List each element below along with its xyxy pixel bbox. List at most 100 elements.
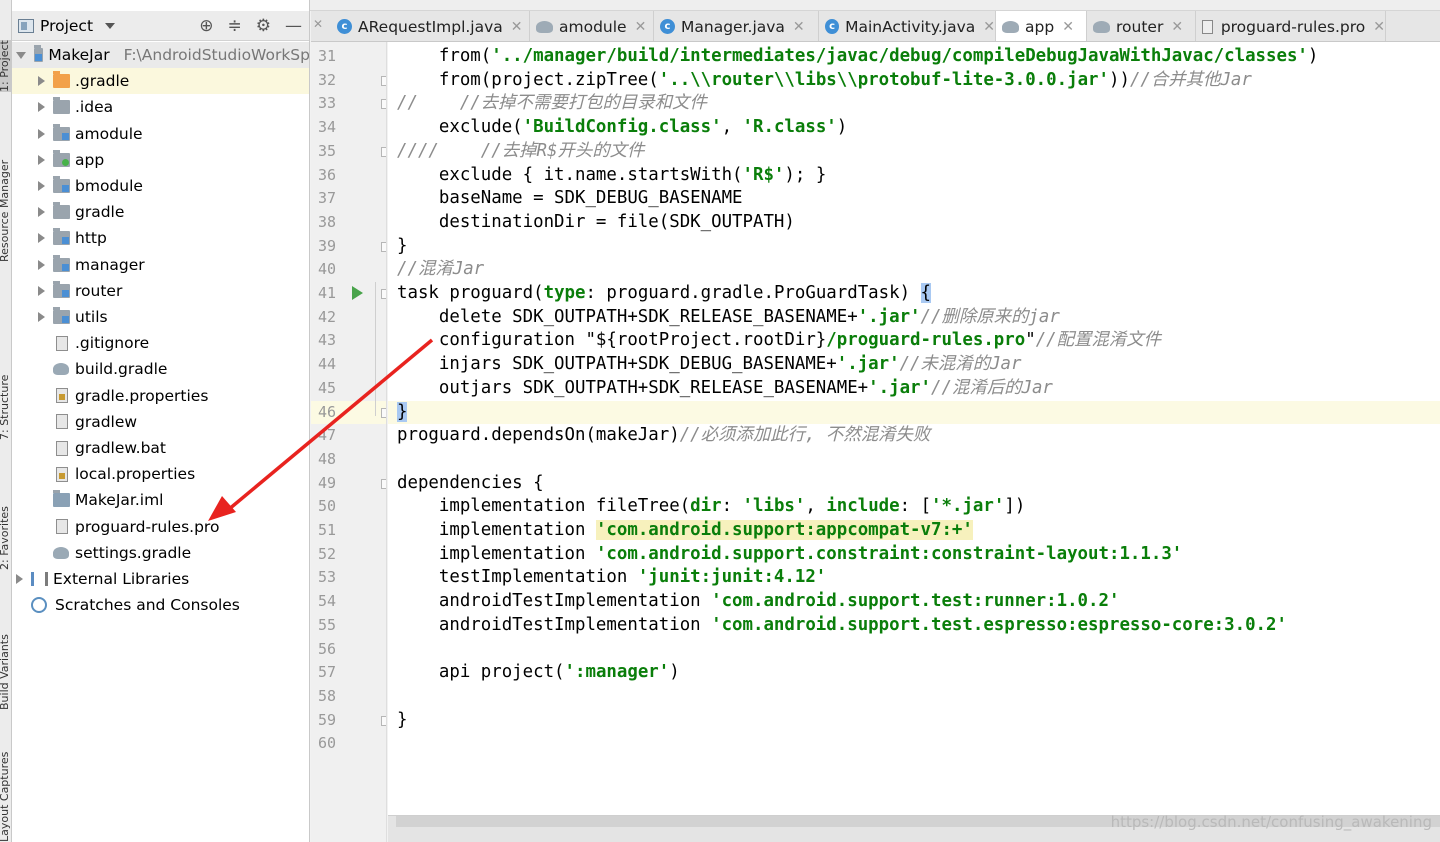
line-number: 48 bbox=[318, 449, 337, 468]
code-line: destinationDir = file(SDK_OUTPATH) bbox=[388, 211, 1440, 235]
code-token: /proguard-rules.pro bbox=[826, 330, 1026, 351]
chevron-right-icon[interactable] bbox=[16, 574, 23, 584]
line-number: 31 bbox=[318, 47, 337, 65]
editor-tab-proguard-rules-pro[interactable]: proguard-rules.pro ✕ bbox=[1196, 11, 1386, 41]
tool-tab-resource-manager[interactable]: Resource Manager bbox=[0, 160, 11, 262]
editor-tab-amodule[interactable]: amodule ✕ bbox=[530, 11, 654, 41]
code-token: task proguard( bbox=[397, 283, 544, 303]
tree-item-amodule[interactable]: amodule bbox=[12, 121, 309, 147]
close-icon[interactable]: ✕ bbox=[1373, 19, 1385, 35]
project-view-selector[interactable]: Project bbox=[18, 16, 116, 36]
tree-item-label: .gradle bbox=[75, 72, 130, 91]
chevron-right-icon[interactable] bbox=[38, 181, 45, 191]
tree-item-manager[interactable]: manager bbox=[12, 252, 309, 278]
fold-marker-icon[interactable] bbox=[381, 99, 386, 110]
editor-tab-manager-java[interactable]: c Manager.java ✕ bbox=[654, 11, 819, 41]
fold-marker-icon[interactable] bbox=[381, 75, 386, 86]
close-icon[interactable]: ✕ bbox=[1062, 19, 1074, 35]
java-class-icon: c bbox=[337, 19, 352, 34]
close-icon[interactable]: ✕ bbox=[983, 19, 995, 35]
tree-item-build-gradle[interactable]: build.gradle bbox=[12, 356, 309, 382]
close-icon[interactable]: ✕ bbox=[511, 19, 523, 35]
chevron-right-icon[interactable] bbox=[38, 207, 45, 218]
close-icon[interactable]: ✕ bbox=[1171, 19, 1183, 35]
fold-marker-icon[interactable] bbox=[381, 241, 386, 252]
tree-item-proguard-rules-pro[interactable]: proguard-rules.pro bbox=[12, 514, 309, 540]
tree-item-label: proguard-rules.pro bbox=[75, 517, 220, 536]
tree-item-utils[interactable]: utils bbox=[12, 304, 309, 330]
project-panel: Project ⊕ ≑ ⚙ — MakeJar F:\AndroidStudioW… bbox=[12, 0, 310, 842]
hide-panel-icon[interactable]: — bbox=[285, 15, 302, 37]
tree-item-http[interactable]: http bbox=[12, 225, 309, 251]
tree-item-makejar-iml[interactable]: MakeJar.iml bbox=[12, 487, 309, 513]
fold-marker-icon[interactable] bbox=[381, 289, 386, 299]
text-file-icon bbox=[56, 440, 68, 456]
fold-marker-icon[interactable] bbox=[381, 146, 386, 157]
editor-tab-arequestimpl-java[interactable]: c ARequestImpl.java ✕ bbox=[331, 11, 530, 41]
fold-marker-icon[interactable] bbox=[381, 478, 386, 489]
chevron-right-icon[interactable] bbox=[38, 285, 45, 296]
tree-item-router[interactable]: router bbox=[12, 278, 309, 304]
editor-tab-router[interactable]: router ✕ bbox=[1087, 11, 1196, 41]
chevron-right-icon[interactable] bbox=[38, 312, 45, 322]
chevron-right-icon[interactable] bbox=[38, 128, 45, 139]
close-icon[interactable]: ✕ bbox=[793, 19, 805, 35]
tree-item-bmodule[interactable]: bmodule bbox=[12, 173, 309, 199]
chevron-right-icon[interactable] bbox=[38, 154, 45, 165]
editor-tab-label: amodule bbox=[559, 17, 627, 36]
code-token: ); } bbox=[784, 164, 827, 185]
code-editor[interactable]: from('../manager/build/intermediates/jav… bbox=[388, 42, 1440, 815]
line-number: 59 bbox=[318, 710, 337, 729]
tree-item-gradle[interactable]: .gradle bbox=[12, 68, 309, 95]
tool-tab-layout-captures[interactable]: Layout Captures bbox=[0, 752, 11, 842]
tree-item-gitignore[interactable]: .gitignore bbox=[12, 330, 309, 356]
tool-tab-structure[interactable]: 7: Structure bbox=[0, 375, 11, 440]
tree-item-label: gradlew bbox=[75, 412, 138, 431]
code-line: //混淆Jar bbox=[388, 258, 1440, 282]
code-token: 'com.android.support.test:runner:1.0.2' bbox=[711, 591, 1120, 612]
chevron-right-icon[interactable] bbox=[38, 233, 45, 244]
editor-tab-app[interactable]: app ✕ bbox=[996, 11, 1087, 41]
editor-tab-label: Manager.java bbox=[681, 17, 785, 36]
tree-item-settings-gradle[interactable]: settings.gradle bbox=[12, 540, 309, 566]
tree-item-gradlew-bat[interactable]: gradlew.bat bbox=[12, 435, 309, 461]
gradle-elephant-icon bbox=[1093, 20, 1110, 33]
tree-item-external-libraries[interactable]: External Libraries bbox=[12, 566, 309, 592]
indent-guide bbox=[375, 282, 376, 416]
tool-tab-project[interactable]: 1: Project bbox=[0, 40, 11, 92]
tree-item-makejar[interactable]: MakeJar F:\AndroidStudioWorkSp bbox=[12, 42, 309, 68]
tree-item-gradlew[interactable]: gradlew bbox=[12, 409, 309, 435]
tree-item-app[interactable]: app bbox=[12, 147, 309, 173]
chevron-right-icon[interactable] bbox=[38, 102, 45, 113]
tree-item-local-properties[interactable]: local.properties bbox=[12, 461, 309, 487]
fold-marker-icon[interactable] bbox=[381, 715, 386, 726]
code-token: ) bbox=[1307, 46, 1319, 66]
close-icon[interactable]: ✕ bbox=[635, 19, 647, 35]
tree-item-gradle[interactable]: gradle bbox=[12, 199, 309, 225]
iml-module-icon bbox=[53, 490, 70, 508]
gradle-elephant-icon bbox=[1002, 20, 1019, 33]
code-token: 'com.android.support.constraint:constrai… bbox=[595, 543, 1183, 564]
editor-tab-label: app bbox=[1025, 17, 1055, 36]
line-number: 54 bbox=[318, 592, 337, 611]
tree-item-gradle-properties[interactable]: gradle.properties bbox=[12, 383, 309, 409]
tree-item-label: gradlew.bat bbox=[75, 439, 166, 457]
gear-icon[interactable]: ⚙ bbox=[256, 15, 271, 37]
editor-tab-mainactivity-java[interactable]: c MainActivity.java ✕ bbox=[819, 11, 996, 41]
tree-item-label: amodule bbox=[75, 124, 143, 143]
run-task-icon[interactable] bbox=[352, 286, 363, 300]
locate-file-icon[interactable]: ⊕ bbox=[199, 15, 213, 37]
tool-tab-favorites[interactable]: 2: Favorites bbox=[0, 506, 11, 570]
chevron-down-icon[interactable] bbox=[16, 51, 26, 59]
line-number: 37 bbox=[318, 189, 337, 208]
tree-item-scratches-and-consoles[interactable]: Scratches and Consoles bbox=[12, 592, 309, 618]
code-token: } bbox=[397, 235, 408, 256]
chevron-right-icon[interactable] bbox=[38, 259, 45, 270]
tool-tab-build-variants[interactable]: Build Variants bbox=[0, 634, 11, 710]
chevron-right-icon[interactable] bbox=[38, 76, 45, 87]
tree-item-idea[interactable]: .idea bbox=[12, 94, 309, 120]
tab-close-icon[interactable]: ✕ bbox=[313, 17, 323, 31]
collapse-all-icon[interactable]: ≑ bbox=[228, 15, 242, 37]
fold-marker-icon[interactable] bbox=[381, 407, 386, 418]
